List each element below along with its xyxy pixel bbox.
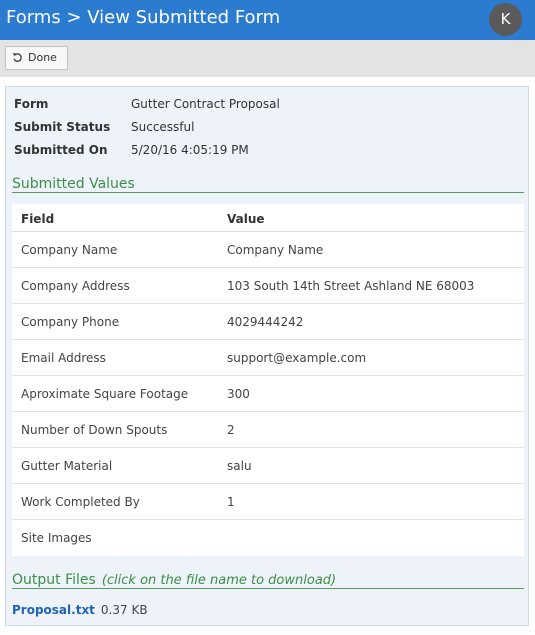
field-name: Company Phone — [21, 315, 120, 329]
table-row: Email Address support@example.com — [12, 340, 524, 376]
field-value: 300 — [227, 387, 250, 401]
field-value: 2 — [227, 423, 235, 437]
field-name: Number of Down Spouts — [21, 423, 168, 437]
file-size: 0.37 KB — [100, 603, 148, 617]
field-name: Work Completed By — [21, 495, 140, 509]
field-name: Company Name — [21, 243, 118, 257]
table-row: Company Phone 4029444242 — [12, 304, 524, 340]
table-row: Aproximate Square Footage 300 — [12, 376, 524, 412]
user-avatar[interactable]: K — [489, 3, 522, 36]
section-divider — [12, 192, 524, 193]
table-row: Company Name Company Name — [12, 232, 524, 268]
field-column-header: Field — [21, 212, 55, 226]
submitted-values-table: Field Value Company Name Company Name Co… — [12, 204, 524, 556]
output-files-hint: (click on the file name to download) — [101, 573, 337, 588]
file-download-link[interactable]: Proposal.txt — [12, 603, 95, 617]
page-title: Forms > View Submitted Form — [6, 7, 281, 28]
undo-arrow-icon — [12, 53, 22, 62]
field-name: Site Images — [21, 531, 92, 545]
section-divider — [12, 588, 524, 589]
field-name: Email Address — [21, 351, 106, 365]
form-label: Form — [14, 97, 49, 111]
field-value: support@example.com — [227, 351, 367, 365]
submitted-on-value: 5/20/16 4:05:19 PM — [131, 143, 249, 157]
output-files-title: Output Files — [12, 572, 96, 588]
submitted-values-heading: Submitted Values — [12, 176, 135, 192]
table-row: Gutter Material salu — [12, 448, 524, 484]
field-name: Gutter Material — [21, 459, 113, 473]
field-value: 1 — [227, 495, 235, 509]
field-value: salu — [227, 459, 252, 473]
app-header: Forms > View Submitted Form K — [0, 0, 535, 40]
table-row: Work Completed By 1 — [12, 484, 524, 520]
value-column-header: Value — [227, 212, 265, 226]
field-name: Company Address — [21, 279, 130, 293]
field-value: 4029444242 — [227, 315, 304, 329]
done-button[interactable]: Done — [5, 46, 68, 70]
output-files-heading: Output Files (click on the file name to d… — [12, 572, 336, 588]
table-header-row: Field Value — [12, 204, 524, 232]
submit-status-label: Submit Status — [14, 120, 111, 134]
form-value: Gutter Contract Proposal — [131, 97, 280, 111]
table-row: Number of Down Spouts 2 — [12, 412, 524, 448]
submit-status-value: Successful — [131, 120, 195, 134]
form-details-panel: Form Gutter Contract Proposal Submit Sta… — [5, 86, 529, 626]
table-row: Company Address 103 South 14th Street As… — [12, 268, 524, 304]
done-label: Done — [28, 51, 57, 64]
toolbar: Done — [0, 40, 535, 77]
field-name: Aproximate Square Footage — [21, 387, 189, 401]
table-row: Site Images — [12, 520, 524, 556]
submitted-on-label: Submitted On — [14, 143, 108, 157]
field-value: 103 South 14th Street Ashland NE 68003 — [227, 279, 475, 293]
field-value: Company Name — [227, 243, 324, 257]
file-list-item: Proposal.txt 0.37 KB — [12, 603, 148, 617]
